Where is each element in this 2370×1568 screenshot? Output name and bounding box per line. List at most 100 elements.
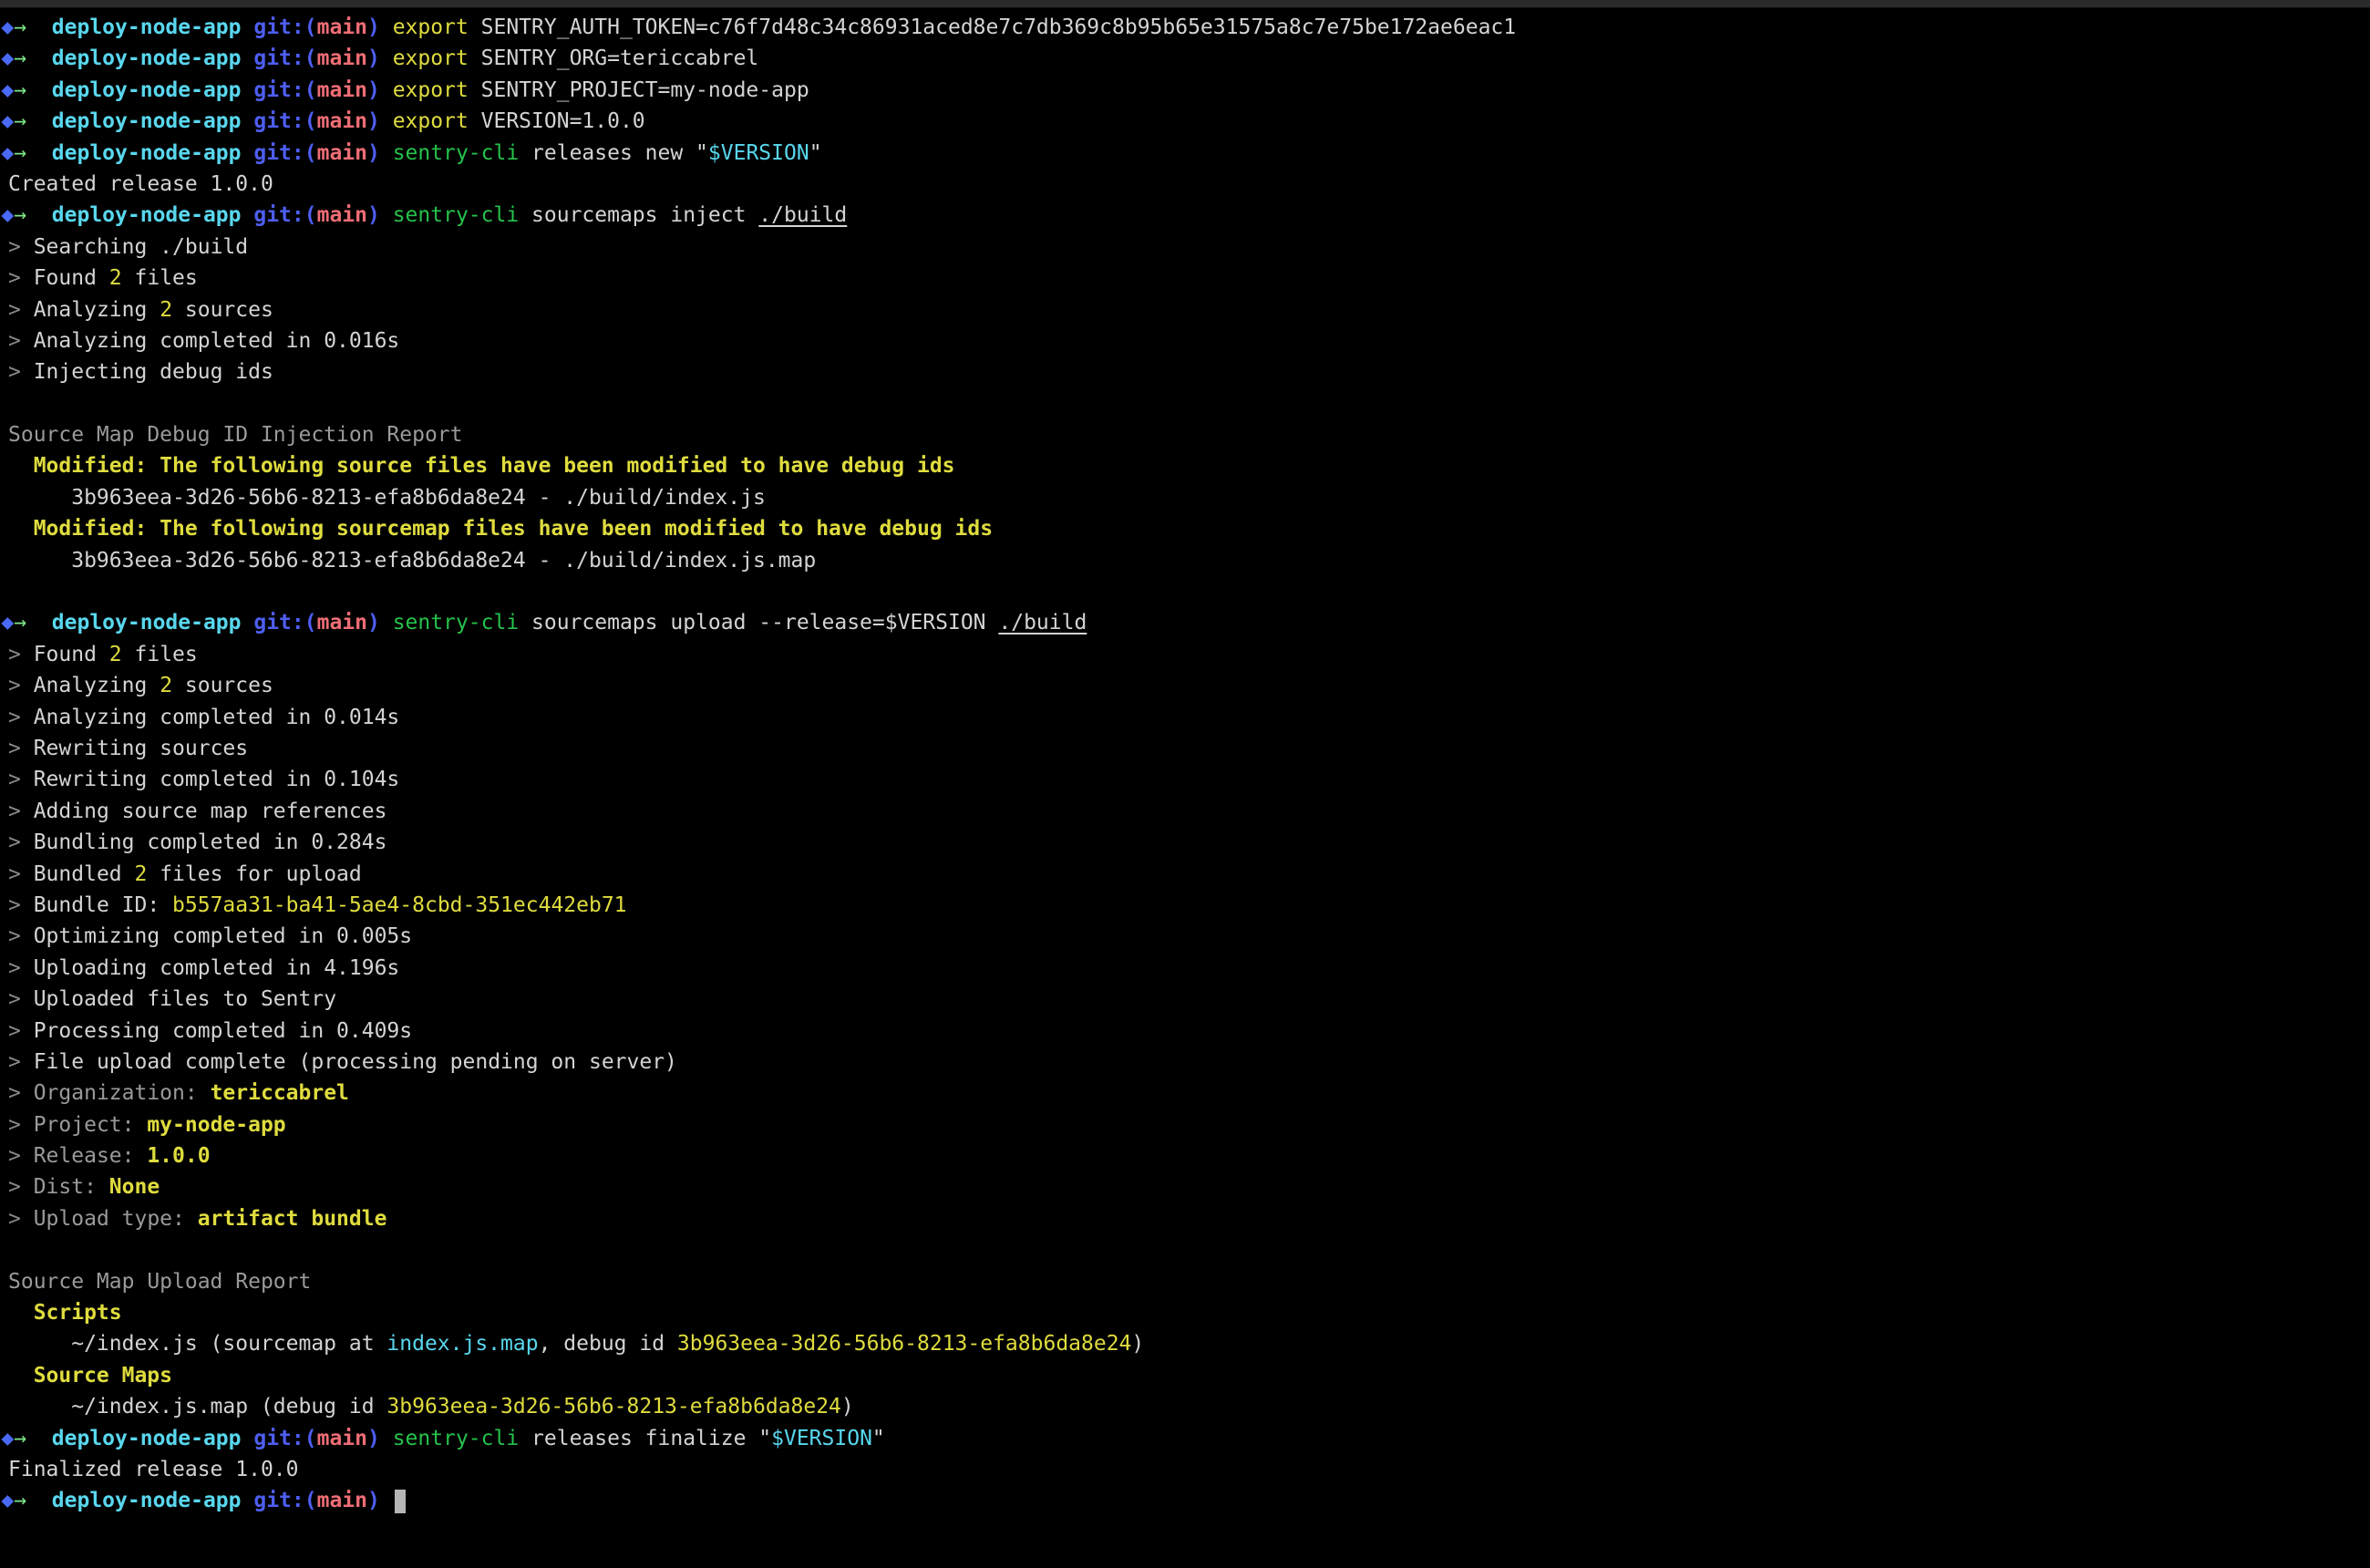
git-branch: main (317, 1489, 367, 1512)
text-segment: Bundled (34, 862, 135, 886)
git-suffix: ) (367, 78, 393, 102)
text-segment: > (8, 799, 34, 823)
git-suffix: ) (367, 109, 393, 133)
text-segment: Bundling completed in 0.284s (34, 830, 387, 854)
text-segment: 2 (109, 266, 122, 290)
text-segment: my-node-app (147, 1113, 285, 1137)
terminal-line: Finalized release 1.0.0 (8, 1454, 2370, 1485)
prompt-triangle-icon: ◆ (1, 46, 14, 70)
terminal-line: > Rewriting completed in 0.104s (8, 764, 2370, 795)
text-segment: > (8, 1175, 34, 1199)
text-segment: Processing completed in 0.409s (34, 1019, 412, 1043)
terminal-line: ◆→ deploy-node-app git:(main) export SEN… (8, 12, 2370, 43)
text-segment: b557aa31-ba41-5ae4-8cbd-351ec442eb71 (172, 893, 627, 917)
text-segment: Rewriting sources (34, 737, 248, 760)
text-segment: files (122, 266, 198, 290)
text-segment: export (393, 15, 481, 39)
terminal-line: > Organization: tericcabrel (8, 1078, 2370, 1109)
terminal-line: > Analyzing 2 sources (8, 294, 2370, 325)
text-segment: 3b963eea-3d26-56b6-8213-efa8b6da8e24 - .… (58, 486, 765, 510)
terminal-line: ◆→ deploy-node-app git:(main) export SEN… (8, 43, 2370, 74)
text-segment: > (8, 706, 34, 729)
text-segment: > (8, 737, 34, 760)
text-segment: Uploaded files to Sentry (34, 987, 336, 1011)
terminal-line: ◆→ deploy-node-app git:(main) export SEN… (8, 75, 2370, 106)
prompt-arrow-icon: → (14, 141, 52, 165)
terminal-line: > Processing completed in 0.409s (8, 1016, 2370, 1047)
text-segment: sentry-cli (393, 203, 531, 227)
text-segment: > (8, 830, 34, 854)
text-segment: sentry-cli (393, 141, 531, 165)
terminal-line: > Rewriting sources (8, 733, 2370, 764)
prompt-triangle-icon: ◆ (1, 78, 14, 102)
text-segment: Injecting debug ids (34, 360, 273, 384)
git-prefix: git:( (253, 611, 316, 634)
text-segment: Uploading completed in 4.196s (34, 956, 400, 980)
text-segment: Analyzing (34, 298, 160, 322)
prompt-arrow-icon: → (14, 1427, 52, 1450)
text-segment: Bundle ID: (34, 893, 172, 917)
window-top-edge (0, 0, 2370, 8)
git-branch: main (317, 611, 367, 634)
terminal-line: Created release 1.0.0 (8, 169, 2370, 200)
text-segment: Finalized release 1.0.0 (8, 1458, 299, 1481)
terminal-line: > File upload complete (processing pendi… (8, 1047, 2370, 1078)
terminal-line: > Bundled 2 files for upload (8, 859, 2370, 890)
git-prefix: git:( (253, 141, 316, 165)
text-segment: SENTRY_ORG=tericcabrel (481, 46, 759, 70)
terminal-line: > Adding source map references (8, 796, 2370, 827)
prompt-directory: deploy-node-app (52, 46, 254, 70)
terminal-line: > Analyzing completed in 0.014s (8, 702, 2370, 733)
terminal-line: ◆→ deploy-node-app git:(main) (8, 1485, 2370, 1516)
text-segment: " (872, 1427, 885, 1450)
terminal-line: > Optimizing completed in 0.005s (8, 921, 2370, 952)
text-segment: sentry-cli (393, 611, 531, 634)
text-segment: sourcemaps upload --release=$VERSION (531, 611, 998, 634)
terminal-line: Scripts (8, 1297, 2370, 1328)
text-segment: Source Maps (34, 1364, 172, 1387)
text-segment: " (696, 141, 708, 165)
git-suffix: ) (367, 203, 393, 227)
text-segment: export (393, 78, 481, 102)
terminal-screen[interactable]: ◆→ deploy-node-app git:(main) export SEN… (0, 8, 2370, 1517)
text-segment: > (8, 956, 34, 980)
terminal-line: Source Maps (8, 1360, 2370, 1391)
terminal-line: ~/index.js.map (debug id 3b963eea-3d26-5… (8, 1391, 2370, 1422)
text-segment: Rewriting completed in 0.104s (34, 768, 400, 791)
terminal-cursor (395, 1490, 406, 1513)
text-segment: releases new (531, 141, 696, 165)
text-segment: 2 (160, 674, 172, 697)
terminal-line: > Bundle ID: b557aa31-ba41-5ae4-8cbd-351… (8, 890, 2370, 921)
terminal-line: ◆→ deploy-node-app git:(main) sentry-cli… (8, 138, 2370, 169)
text-segment: Source Map Debug ID Injection Report (8, 423, 463, 447)
text-segment: tericcabrel (211, 1081, 349, 1105)
text-segment: > (8, 768, 34, 791)
text-segment: Project: (34, 1113, 148, 1137)
terminal-line: 3b963eea-3d26-56b6-8213-efa8b6da8e24 - .… (8, 545, 2370, 576)
terminal-line: > Uploaded files to Sentry (8, 984, 2370, 1015)
text-segment: > (8, 1207, 34, 1231)
text-segment: > (8, 1019, 34, 1043)
text-segment: index.js.map (386, 1332, 538, 1356)
prompt-directory: deploy-node-app (52, 611, 254, 634)
text-segment: sources (172, 298, 273, 322)
terminal-line: ◆→ deploy-node-app git:(main) sentry-cli… (8, 1423, 2370, 1454)
prompt-arrow-icon: → (14, 15, 52, 39)
text-segment: Scripts (34, 1301, 122, 1325)
text-segment: Searching ./build (34, 235, 248, 259)
text-segment: Analyzing completed in 0.014s (34, 706, 400, 729)
git-branch: main (317, 109, 367, 133)
prompt-directory: deploy-node-app (52, 78, 254, 102)
terminal-line: Modified: The following source files hav… (8, 450, 2370, 481)
terminal-line: > Searching ./build (8, 232, 2370, 263)
prompt-triangle-icon: ◆ (1, 611, 14, 634)
text-segment: > (8, 987, 34, 1011)
text-segment: 2 (134, 862, 147, 886)
text-segment: ) (841, 1395, 854, 1418)
git-branch: main (317, 46, 367, 70)
text-segment: $VERSION (708, 141, 809, 165)
prompt-arrow-icon: → (14, 611, 52, 634)
git-prefix: git:( (253, 1489, 316, 1512)
terminal-line (8, 388, 2370, 419)
text-segment: Optimizing completed in 0.005s (34, 924, 412, 948)
